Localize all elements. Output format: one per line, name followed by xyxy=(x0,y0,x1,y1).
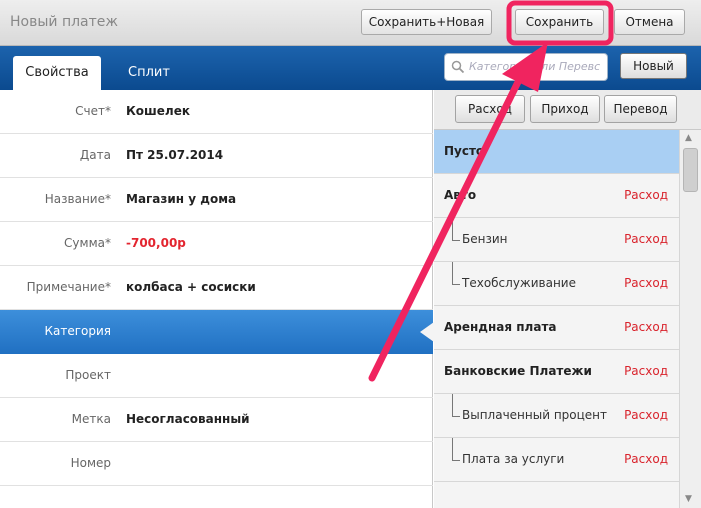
field-project[interactable]: Проект xyxy=(0,354,433,398)
category-item-auto[interactable]: Авто Расход xyxy=(434,174,679,218)
category-search-input[interactable]: Категории или Перевс xyxy=(444,53,608,81)
field-date[interactable]: Дата Пт 25.07.2014 xyxy=(0,134,433,178)
properties-form: Счет* Кошелек Дата Пт 25.07.2014 Названи… xyxy=(0,90,434,508)
filter-transfer-button[interactable]: Перевод xyxy=(604,95,677,123)
selection-pointer xyxy=(420,322,434,342)
category-type: Расход xyxy=(624,408,668,422)
category-item-service-fees[interactable]: Плата за услуги Расход xyxy=(434,438,679,482)
field-category[interactable]: Категория xyxy=(0,310,434,354)
filter-income-button[interactable]: Приход xyxy=(530,95,600,123)
tree-line xyxy=(452,438,453,460)
category-item-maintenance[interactable]: Техобслуживание Расход xyxy=(434,262,679,306)
field-value: Магазин у дома xyxy=(126,192,237,206)
field-label: Счет* xyxy=(75,104,111,118)
category-item-interest-paid[interactable]: Выплаченный процент Расход xyxy=(434,394,679,438)
cancel-button[interactable]: Отмена xyxy=(614,9,685,35)
category-picker: Расход Приход Перевод Пусто Авто Расход … xyxy=(434,90,701,508)
category-name: Выплаченный процент xyxy=(462,408,608,422)
category-name: Арендная плата xyxy=(444,320,557,334)
window-title: Новый платеж xyxy=(10,14,119,30)
tab-bar: Свойства Сплит Категории или Перевс Новы… xyxy=(0,46,701,90)
filter-expense-button[interactable]: Расход xyxy=(455,95,525,123)
category-name: Техобслуживание xyxy=(462,276,576,290)
field-value: колбаса + сосиски xyxy=(126,280,256,294)
tree-line xyxy=(452,416,460,417)
category-item-empty[interactable]: Пусто xyxy=(434,130,679,174)
field-note[interactable]: Примечание* колбаса + сосиски xyxy=(0,266,433,310)
category-type: Расход xyxy=(624,276,668,290)
field-value: -700,00р xyxy=(126,236,186,250)
search-icon xyxy=(451,60,465,74)
category-type: Расход xyxy=(624,232,668,246)
field-label: Метка xyxy=(71,412,111,426)
category-name: Бензин xyxy=(462,232,508,246)
tree-line xyxy=(452,218,453,240)
category-list-scrollbar[interactable]: ▲ ▼ xyxy=(679,130,701,508)
field-value: Пт 25.07.2014 xyxy=(126,148,224,162)
scroll-up-icon[interactable]: ▲ xyxy=(685,133,692,143)
tree-line xyxy=(452,262,453,284)
field-label: Номер xyxy=(70,456,111,470)
save-button[interactable]: Сохранить xyxy=(515,9,604,35)
category-type: Расход xyxy=(624,188,668,202)
field-value: Несогласованный xyxy=(126,412,250,426)
category-name: Пусто xyxy=(444,144,485,158)
save-and-new-button[interactable]: Сохранить+Новая xyxy=(361,9,492,35)
scroll-thumb[interactable] xyxy=(683,148,698,192)
category-type: Расход xyxy=(624,452,668,466)
field-name[interactable]: Название* Магазин у дома xyxy=(0,178,433,222)
scroll-down-icon[interactable]: ▼ xyxy=(685,494,692,504)
field-number[interactable]: Номер xyxy=(0,442,433,486)
tab-properties[interactable]: Свойства xyxy=(13,56,101,90)
category-name: Плата за услуги xyxy=(462,452,565,466)
category-name: Банковские Платежи xyxy=(444,364,592,378)
field-label: Проект xyxy=(65,368,111,382)
tab-split[interactable]: Сплит xyxy=(112,56,186,90)
field-label: Название* xyxy=(44,192,111,206)
category-item-rent[interactable]: Арендная плата Расход xyxy=(434,306,679,350)
category-filter-bar: Расход Приход Перевод xyxy=(434,90,701,130)
tree-line xyxy=(452,394,453,416)
field-label: Категория xyxy=(44,324,111,338)
tree-line xyxy=(452,460,460,461)
category-type: Расход xyxy=(624,364,668,378)
field-tag[interactable]: Метка Несогласованный xyxy=(0,398,433,442)
search-placeholder: Категории или Перевс xyxy=(469,60,601,73)
tree-line xyxy=(452,240,460,241)
category-type: Расход xyxy=(624,320,668,334)
field-label: Дата xyxy=(79,148,111,162)
tree-line xyxy=(452,284,460,285)
title-bar: Новый платеж Сохранить+Новая Сохранить О… xyxy=(0,0,701,46)
field-value: Кошелек xyxy=(126,104,191,118)
field-account[interactable]: Счет* Кошелек xyxy=(0,90,433,134)
field-amount[interactable]: Сумма* -700,00р xyxy=(0,222,433,266)
category-item-bank-payments[interactable]: Банковские Платежи Расход xyxy=(434,350,679,394)
category-name: Авто xyxy=(444,188,477,202)
field-label: Примечание* xyxy=(26,280,111,294)
field-label: Сумма* xyxy=(64,236,111,250)
category-list: Пусто Авто Расход Бензин Расход Техобслу… xyxy=(434,130,679,508)
new-category-button[interactable]: Новый xyxy=(620,53,687,79)
category-item-fuel[interactable]: Бензин Расход xyxy=(434,218,679,262)
